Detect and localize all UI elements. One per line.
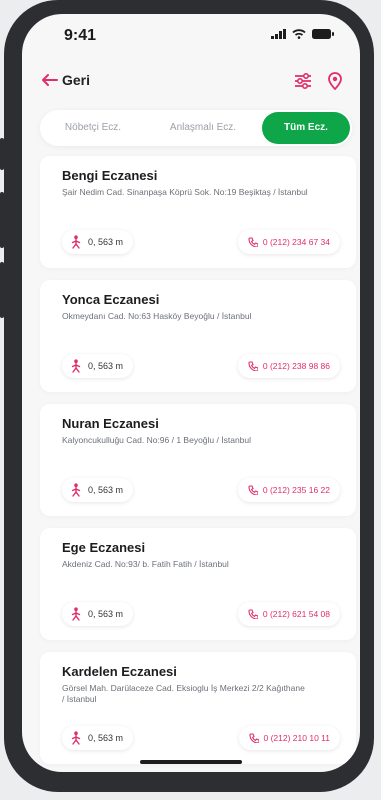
pharmacy-name: Yonca Eczanesi xyxy=(62,292,160,307)
card-footer: 0, 563 m 0 (212) 621 54 08 xyxy=(62,602,340,626)
volume-up-button xyxy=(0,192,4,248)
phone-icon xyxy=(248,733,259,743)
card-footer: 0, 563 m 0 (212) 238 98 86 xyxy=(62,354,340,378)
back-label: Geri xyxy=(62,72,91,88)
battery-icon xyxy=(312,29,334,39)
pharmacy-address: Şair Nedim Cad. Sinanpaşa Köprü Sok. No:… xyxy=(62,187,308,197)
pharmacy-name: Bengi Eczanesi xyxy=(62,168,158,183)
walking-person-icon xyxy=(71,235,81,249)
pharmacy-card[interactable]: Kardelen Eczanesi Görsel Mah. Darülaceze… xyxy=(40,652,356,764)
distance-text: 0, 563 m xyxy=(88,485,124,495)
phone-number: 0 (212) 210 10 11 xyxy=(263,733,330,743)
phone-number: 0 (212) 621 54 08 xyxy=(262,609,330,619)
call-button[interactable]: 0 (212) 238 98 86 xyxy=(237,354,340,378)
tab-on-duty[interactable]: Nöbetçi Ecz. xyxy=(48,110,138,146)
distance-pill: 0, 563 m xyxy=(62,354,134,378)
signal-icon xyxy=(271,29,286,39)
pharmacy-address: Kalyoncukulluğu Cad. No:96 / 1 Beyoğlu /… xyxy=(62,435,252,445)
distance-pill: 0, 563 m xyxy=(62,602,134,626)
distance-text: 0, 563 m xyxy=(88,609,124,619)
walking-person-icon xyxy=(71,607,81,621)
pharmacy-card[interactable]: Yonca Eczanesi Okmeydanı Cad. No:63 Hask… xyxy=(40,280,356,392)
card-footer: 0, 563 m 0 (212) 235 16 22 xyxy=(62,478,340,502)
distance-text: 0, 563 m xyxy=(88,361,124,371)
status-time: 9:41 xyxy=(64,27,97,44)
pharmacy-address: Akdeniz Cad. No:93/ b. Fatih Fatih / İst… xyxy=(62,559,229,569)
pharmacy-name: Kardelen Eczanesi xyxy=(62,664,177,679)
pharmacy-card[interactable]: Bengi Eczanesi Şair Nedim Cad. Sinanpaşa… xyxy=(40,156,356,268)
pharmacy-name: Nuran Eczanesi xyxy=(62,416,159,431)
wifi-icon xyxy=(292,29,306,39)
pharmacy-name: Ege Eczanesi xyxy=(62,540,146,555)
card-footer: 0, 563 m 0 (212) 234 67 34 xyxy=(62,230,340,254)
pharmacy-address: Görsel Mah. Darülaceze Cad. Eksioglu İş … xyxy=(62,683,305,704)
filter-tabs: Nöbetçi Ecz. Anlaşmalı Ecz. Tüm Ecz. xyxy=(40,110,352,146)
side-button xyxy=(0,138,4,170)
phone-frame: 9:41 Geri Nöbetçi Ecz. Anlaşmalı Ecz. Tü… xyxy=(0,0,374,792)
back-arrow-icon xyxy=(42,74,58,86)
call-button[interactable]: 0 (212) 235 16 22 xyxy=(237,478,340,502)
pharmacy-card[interactable]: Ege Eczanesi Akdeniz Cad. No:93/ b. Fati… xyxy=(40,528,356,640)
filter-icon[interactable] xyxy=(294,73,312,89)
distance-pill: 0, 563 m xyxy=(62,230,134,254)
distance-text: 0, 563 m xyxy=(88,733,124,743)
distance-pill: 0, 563 m xyxy=(62,478,134,502)
walking-person-icon xyxy=(71,359,81,373)
distance-pill: 0, 563 m xyxy=(62,726,134,750)
call-button[interactable]: 0 (212) 234 67 34 xyxy=(237,230,340,254)
top-bar: Geri xyxy=(22,72,360,102)
phone-number: 0 (212) 235 16 22 xyxy=(262,485,330,495)
phone-icon xyxy=(248,609,258,619)
walking-person-icon xyxy=(71,731,81,745)
phone-icon xyxy=(248,361,258,371)
phone-number: 0 (212) 234 67 34 xyxy=(262,237,330,247)
status-icons xyxy=(271,29,334,39)
phone-icon xyxy=(248,485,258,495)
pharmacy-card[interactable]: Nuran Eczanesi Kalyoncukulluğu Cad. No:9… xyxy=(40,404,356,516)
distance-text: 0, 563 m xyxy=(88,237,124,247)
home-indicator[interactable] xyxy=(140,760,242,764)
volume-down-button xyxy=(0,262,4,318)
tab-all[interactable]: Tüm Ecz. xyxy=(262,112,350,144)
location-pin-icon[interactable] xyxy=(328,72,342,90)
pharmacy-address: Okmeydanı Cad. No:63 Hasköy Beyoğlu / İs… xyxy=(62,311,252,321)
call-button[interactable]: 0 (212) 210 10 11 xyxy=(238,726,340,750)
walking-person-icon xyxy=(71,483,81,497)
back-button[interactable]: Geri xyxy=(40,72,90,88)
card-footer: 0, 563 m 0 (212) 210 10 11 xyxy=(62,726,340,750)
phone-icon xyxy=(248,237,258,247)
tab-contracted[interactable]: Anlaşmalı Ecz. xyxy=(152,110,254,146)
phone-number: 0 (212) 238 98 86 xyxy=(262,361,330,371)
call-button[interactable]: 0 (212) 621 54 08 xyxy=(237,602,340,626)
app-screen: 9:41 Geri Nöbetçi Ecz. Anlaşmalı Ecz. Tü… xyxy=(22,14,360,772)
status-bar: 9:41 xyxy=(22,14,360,58)
top-actions xyxy=(294,72,342,90)
